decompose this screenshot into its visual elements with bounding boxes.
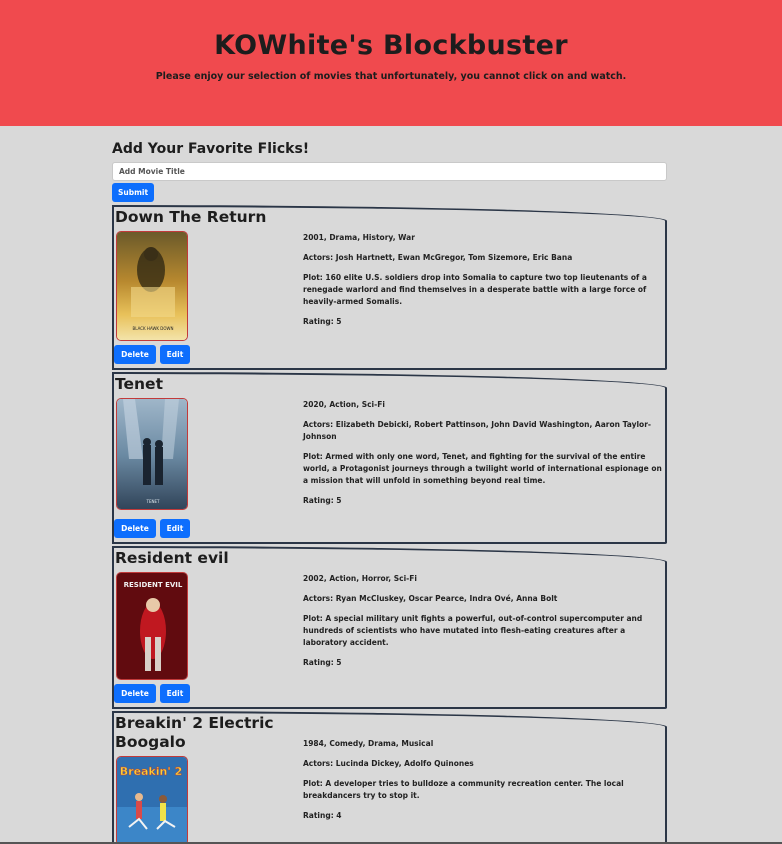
- movie-plot: Plot: Armed with only one word, Tenet, a…: [303, 452, 662, 485]
- movie-meta: 2001, Drama, History, War: [303, 233, 415, 242]
- edit-button[interactable]: Edit: [160, 519, 190, 538]
- svg-text:Breakin' 2: Breakin' 2: [120, 765, 182, 778]
- movie-title: Tenet: [115, 375, 163, 393]
- edit-button[interactable]: Edit: [160, 684, 190, 703]
- movie-card: Down The Return BLACK HAWK DOWN Delete E…: [112, 205, 667, 370]
- svg-text:BLACK HAWK DOWN: BLACK HAWK DOWN: [133, 326, 174, 331]
- movie-plot: Plot: A special military unit fights a p…: [303, 614, 643, 647]
- svg-text:RESIDENT EVIL: RESIDENT EVIL: [124, 581, 183, 589]
- delete-button[interactable]: Delete: [114, 345, 156, 364]
- svg-text:TENET: TENET: [146, 499, 160, 504]
- movie-title: Breakin' 2 Electric Boogalo: [115, 714, 274, 751]
- movie-poster: RESIDENT EVIL: [116, 572, 188, 680]
- movie-card: Resident evil RESIDENT EVIL Delete Edit …: [112, 546, 667, 709]
- movie-poster: Breakin' 2: [116, 756, 188, 844]
- movie-rating: Rating: 5: [303, 496, 342, 505]
- movie-actions: Delete Edit: [114, 519, 190, 538]
- add-movie-heading: Add Your Favorite Flicks!: [112, 141, 310, 157]
- movie-card: Breakin' 2 Electric Boogalo Breakin' 2 1…: [112, 711, 667, 844]
- movie-title-input[interactable]: [112, 162, 667, 181]
- movie-details: 2020, Action, Sci-Fi Actors: Elizabeth D…: [303, 399, 665, 515]
- movie-plot: Plot: A developer tries to bulldoze a co…: [303, 779, 624, 800]
- movie-rating: Rating: 5: [303, 317, 342, 326]
- movie-details: 2002, Action, Horror, Sci-Fi Actors: Rya…: [303, 573, 665, 677]
- submit-button[interactable]: Submit: [112, 183, 154, 202]
- movie-details: 2001, Drama, History, War Actors: Josh H…: [303, 232, 665, 336]
- movie-title: Resident evil: [115, 549, 229, 567]
- movie-rating: Rating: 5: [303, 658, 342, 667]
- movie-actors: Actors: Ryan McCluskey, Oscar Pearce, In…: [303, 594, 558, 603]
- movie-rating: Rating: 4: [303, 811, 342, 820]
- movie-details: 1984, Comedy, Drama, Musical Actors: Luc…: [303, 738, 665, 830]
- movie-poster: BLACK HAWK DOWN: [116, 231, 188, 341]
- movie-title: Down The Return: [115, 208, 267, 226]
- movie-actions: Delete Edit: [114, 684, 190, 703]
- movie-actions: Delete Edit: [114, 345, 190, 364]
- movie-actors: Actors: Elizabeth Debicki, Robert Pattin…: [303, 420, 652, 441]
- edit-button[interactable]: Edit: [160, 345, 190, 364]
- page-subtitle: Please enjoy our selection of movies tha…: [155, 71, 627, 82]
- movie-actors: Actors: Josh Hartnett, Ewan McGregor, To…: [303, 253, 573, 262]
- movie-actors: Actors: Lucinda Dickey, Adolfo Quinones: [303, 759, 474, 768]
- movie-plot: Plot: 160 elite U.S. soldiers drop into …: [303, 273, 647, 306]
- movie-meta: 1984, Comedy, Drama, Musical: [303, 739, 434, 748]
- page-header: KOWhite's Blockbuster Please enjoy our s…: [0, 0, 782, 126]
- delete-button[interactable]: Delete: [114, 684, 156, 703]
- movie-meta: 2020, Action, Sci-Fi: [303, 400, 385, 409]
- movie-meta: 2002, Action, Horror, Sci-Fi: [303, 574, 417, 583]
- page-title: KOWhite's Blockbuster: [214, 30, 568, 61]
- movie-card: Tenet TENET Delete Edit 2020, Action, Sc…: [112, 372, 667, 544]
- delete-button[interactable]: Delete: [114, 519, 156, 538]
- movie-poster: TENET: [116, 398, 188, 510]
